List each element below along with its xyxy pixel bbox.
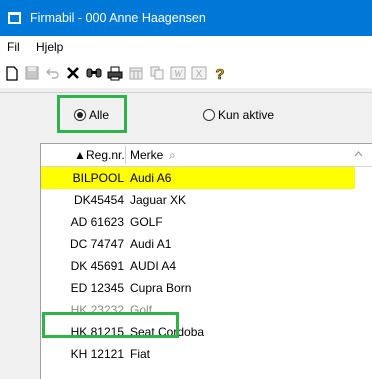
column-divider bbox=[125, 146, 126, 164]
table-row[interactable]: KH 12121 Fiat bbox=[41, 343, 355, 365]
cell-merke: Fiat bbox=[130, 347, 151, 361]
new-icon[interactable] bbox=[2, 63, 22, 83]
cell-regnr: DK45454 bbox=[73, 193, 124, 207]
vehicle-table: ▲ Reg.nr. Merke ⌕ BILPOOL Audi A6 DK4545… bbox=[40, 143, 372, 379]
alle-highlight-box bbox=[57, 95, 127, 133]
table-row[interactable]: AD 61623 GOLF bbox=[41, 211, 355, 233]
help-icon[interactable]: ? bbox=[210, 63, 230, 83]
calendar-icon[interactable] bbox=[126, 63, 146, 83]
cell-regnr: BILPOOL bbox=[72, 171, 124, 185]
toolbar: W X ? bbox=[0, 58, 372, 88]
menu-hjelp[interactable]: Hjelp bbox=[36, 40, 63, 54]
svg-text:?: ? bbox=[215, 66, 224, 81]
undo-icon[interactable] bbox=[43, 63, 63, 83]
cell-merke: GOLF bbox=[130, 215, 163, 229]
cell-regnr: AD 61623 bbox=[70, 215, 124, 229]
delete-icon[interactable] bbox=[63, 63, 83, 83]
table-row[interactable]: BILPOOL Audi A6 bbox=[41, 167, 355, 189]
cell-regnr: DC 74747 bbox=[69, 237, 124, 251]
window-title: Firmabil - 000 Anne Haagensen bbox=[30, 11, 206, 25]
print-icon[interactable] bbox=[105, 63, 125, 83]
table-row[interactable]: DK 45691 AUDI A4 bbox=[41, 255, 355, 277]
toolbar-divider bbox=[0, 92, 372, 93]
table-row[interactable]: ED 12345 Cupra Born bbox=[41, 277, 355, 299]
radio-kun-aktive-label: Kun aktive bbox=[218, 108, 275, 122]
column-header-merke[interactable]: Merke bbox=[130, 148, 163, 162]
cell-merke: Audi A1 bbox=[130, 237, 172, 251]
inactive-row-highlight-box bbox=[42, 312, 179, 338]
excel-icon[interactable]: X bbox=[189, 63, 209, 83]
title-bar: Firmabil - 000 Anne Haagensen bbox=[0, 0, 372, 36]
table-header: ▲ Reg.nr. Merke ⌕ bbox=[41, 144, 372, 167]
table-row[interactable]: DC 74747 Audi A1 bbox=[41, 233, 355, 255]
cell-merke: Jaguar XK bbox=[130, 193, 187, 207]
cell-merke: Cupra Born bbox=[130, 281, 192, 295]
scroll-up-icon[interactable] bbox=[354, 149, 363, 160]
cell-merke: AUDI A4 bbox=[130, 259, 177, 273]
word-icon[interactable]: W bbox=[168, 63, 188, 83]
menu-fil[interactable]: Fil bbox=[7, 40, 20, 54]
cell-regnr: ED 12345 bbox=[70, 281, 124, 295]
menu-bar: Fil Hjelp bbox=[0, 36, 372, 58]
filter-icon[interactable]: ⌕ bbox=[169, 148, 176, 163]
radio-unchecked-icon bbox=[203, 109, 215, 121]
column-header-regnr[interactable]: Reg.nr. bbox=[86, 148, 125, 162]
app-icon bbox=[8, 12, 21, 24]
save-icon[interactable] bbox=[22, 63, 42, 83]
cell-regnr: DK 45691 bbox=[70, 259, 124, 273]
cell-regnr: KH 12121 bbox=[70, 347, 124, 361]
find-icon[interactable] bbox=[84, 63, 104, 83]
svg-text:X: X bbox=[196, 69, 203, 80]
radio-kun-aktive[interactable]: Kun aktive bbox=[203, 108, 274, 122]
copy-icon[interactable] bbox=[147, 63, 167, 83]
table-row[interactable]: DK45454 Jaguar XK bbox=[41, 189, 355, 211]
sort-ascending-icon: ▲ bbox=[74, 148, 86, 162]
cell-merke: Audi A6 bbox=[130, 171, 172, 185]
